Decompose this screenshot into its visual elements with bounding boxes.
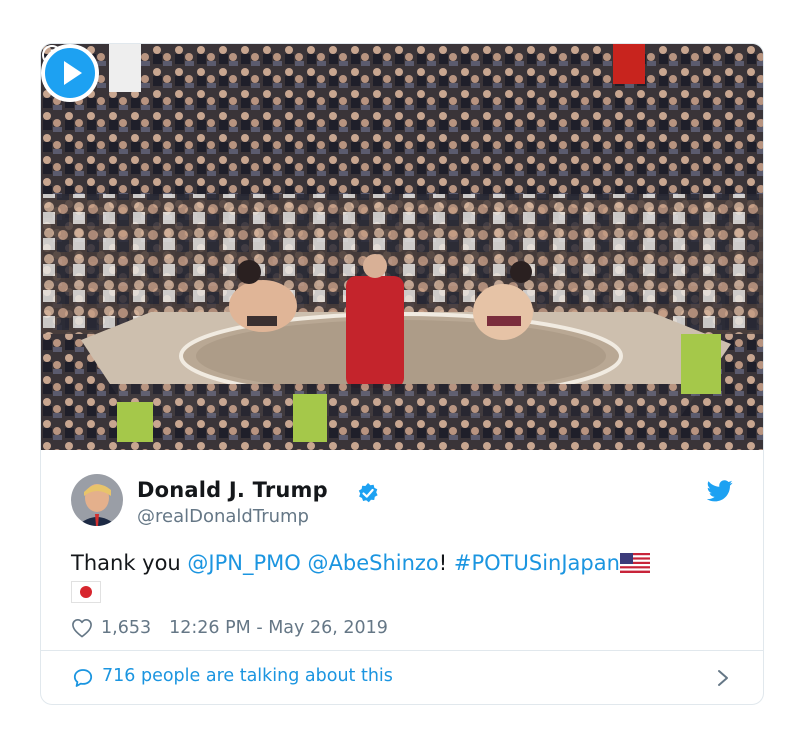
flag-usa-icon xyxy=(619,553,650,573)
tweet-text: Thank you @JPN_PMO @AbeShinzo! #POTUSinJ… xyxy=(71,548,731,608)
tweet-body: Donald J. Trump @realDonaldTrump Thank y… xyxy=(41,450,763,650)
tweet-card[interactable]: Donald J. Trump @realDonaldTrump Thank y… xyxy=(40,43,764,705)
tweet-meta: 1,653 12:26 PM - May 26, 2019 xyxy=(71,616,388,640)
avatar-image xyxy=(71,474,123,526)
mention-jpn-pmo[interactable]: @JPN_PMO xyxy=(187,551,300,575)
timestamp[interactable]: 12:26 PM - May 26, 2019 xyxy=(169,618,388,638)
tweet-text-exclaim: ! xyxy=(438,551,448,575)
twitter-bird-icon[interactable] xyxy=(707,480,733,502)
hashtag-potus-in-japan[interactable]: #POTUSinJapan xyxy=(454,551,620,575)
conversation-link[interactable]: 716 people are talking about this xyxy=(41,651,763,704)
user-handle[interactable]: @realDonaldTrump xyxy=(137,506,309,527)
play-icon[interactable] xyxy=(41,44,99,102)
tweet-text-prefix: Thank you xyxy=(71,551,188,575)
video-thumbnail[interactable] xyxy=(41,44,763,450)
mention-abe-shinzo[interactable]: @AbeShinzo xyxy=(308,551,439,575)
chevron-right-icon[interactable] xyxy=(717,669,729,687)
avatar[interactable] xyxy=(71,474,123,526)
conversation-count-text[interactable]: 716 people are talking about this xyxy=(102,666,393,686)
verified-badge-icon xyxy=(358,483,378,503)
comment-icon xyxy=(73,669,93,687)
display-name[interactable]: Donald J. Trump xyxy=(137,478,328,502)
heart-icon[interactable] xyxy=(71,618,93,638)
like-count[interactable]: 1,653 xyxy=(101,618,151,638)
flag-japan-icon xyxy=(71,581,101,603)
sumo-arena-image xyxy=(41,44,763,450)
